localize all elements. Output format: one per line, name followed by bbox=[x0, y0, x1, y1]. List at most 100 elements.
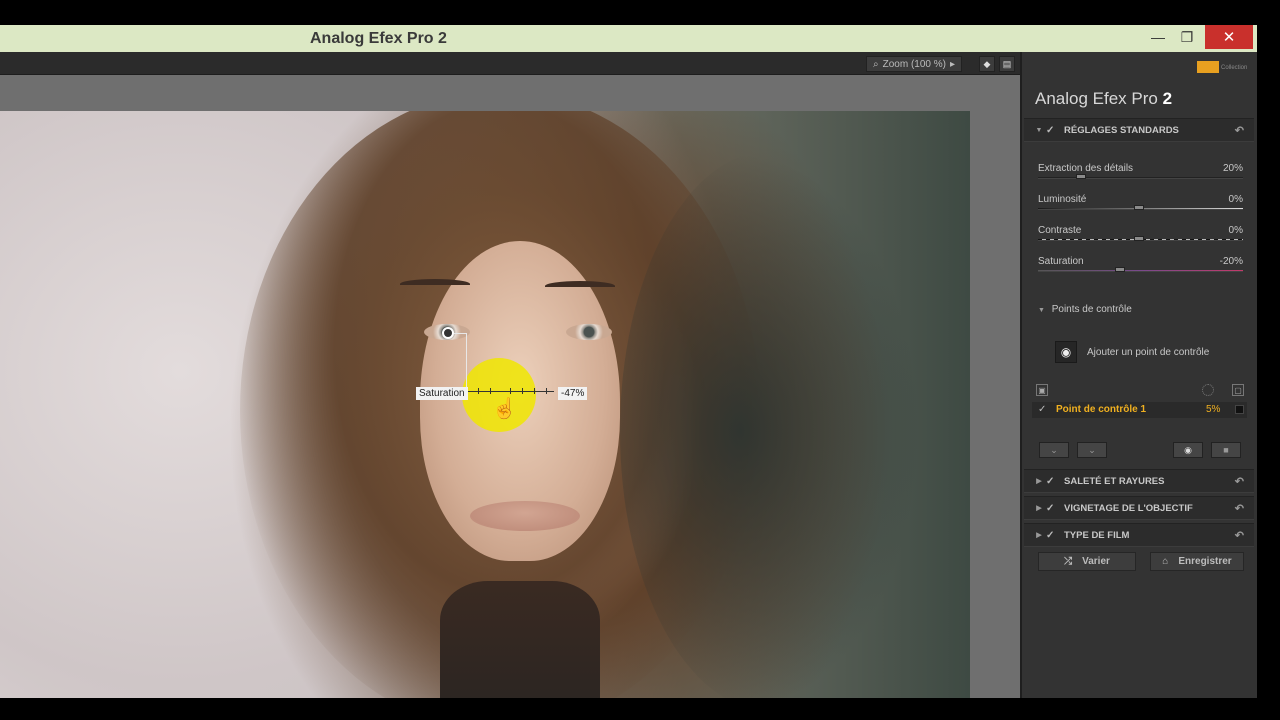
slider-knob[interactable] bbox=[1134, 236, 1144, 241]
connector-line bbox=[466, 333, 467, 393]
section-title: RÉGLAGES STANDARDS bbox=[1064, 124, 1179, 136]
add-point-small-button[interactable]: ◉ bbox=[1173, 442, 1203, 458]
show-mask-icon[interactable] bbox=[1202, 384, 1214, 396]
section-dirt-scratches-header[interactable]: ▶ ✓ SALETÉ ET RAYURES ↶ bbox=[1024, 469, 1254, 493]
save-label: Enregistrer bbox=[1178, 556, 1232, 567]
control-points-title: Points de contrôle bbox=[1051, 304, 1132, 315]
zoom-label: Zoom (100 %) bbox=[882, 58, 946, 70]
compare-view-icon[interactable]: ▤ bbox=[999, 56, 1015, 72]
zoom-dropdown[interactable]: ⌕ Zoom (100 %) ▸ bbox=[866, 56, 962, 72]
section-standard-header[interactable]: ▼ ✓ RÉGLAGES STANDARDS ↶ bbox=[1024, 118, 1254, 142]
control-point-value: 5% bbox=[1206, 404, 1221, 415]
slider-detail-extraction[interactable]: Extraction des détails 20% bbox=[1038, 163, 1243, 187]
right-eye-shape bbox=[566, 324, 612, 340]
hand-cursor-icon: ☝ bbox=[492, 398, 517, 420]
control-point-handle[interactable] bbox=[442, 327, 454, 339]
left-brow-shape bbox=[400, 279, 470, 289]
slider-label: Luminosité bbox=[1038, 194, 1087, 205]
check-icon[interactable]: ✓ bbox=[1046, 503, 1060, 514]
delete-button[interactable]: ■ bbox=[1211, 442, 1241, 458]
close-button[interactable]: ✕ bbox=[1205, 25, 1253, 49]
app-name: Analog Efex Pro 2 bbox=[1035, 89, 1172, 109]
control-point-saturation-value: -47% bbox=[558, 387, 588, 400]
control-point-swatch bbox=[1235, 405, 1244, 414]
chevron-right-icon: ▸ bbox=[949, 58, 955, 70]
group-button[interactable]: ⌄ bbox=[1077, 442, 1107, 458]
group-icon: ⌄ bbox=[1088, 444, 1096, 455]
reset-icon[interactable]: ↶ bbox=[1235, 124, 1244, 137]
slider-saturation[interactable]: Saturation -20% bbox=[1038, 256, 1243, 280]
settings-panel bbox=[1020, 52, 1257, 698]
app-version: 2 bbox=[1162, 89, 1173, 108]
check-icon[interactable]: ✓ bbox=[1046, 530, 1060, 541]
chevron-right-icon: ▶ bbox=[1036, 532, 1042, 539]
slider-knob[interactable] bbox=[1134, 205, 1144, 210]
right-brow-shape bbox=[545, 281, 615, 291]
vary-button[interactable]: ⤮ Varier bbox=[1038, 552, 1136, 571]
mask-view-icon[interactable]: ▢ bbox=[1232, 384, 1244, 396]
slider-value: -20% bbox=[1219, 256, 1243, 267]
control-point-icon: ◉ bbox=[1184, 444, 1192, 455]
slider-label: Contraste bbox=[1038, 225, 1082, 236]
slider-knob[interactable] bbox=[1115, 267, 1125, 272]
bottom-letterbox bbox=[0, 698, 1280, 720]
slider-track[interactable] bbox=[1038, 270, 1243, 272]
screen: Analog Efex Pro 2 — ❐ ✕ ⌕ Zoom (100 %) ▸… bbox=[0, 0, 1280, 720]
chevron-right-icon: ▶ bbox=[1036, 478, 1042, 485]
control-point-name: Point de contrôle 1 bbox=[1056, 404, 1147, 415]
slider-tick bbox=[534, 388, 535, 394]
chevron-right-icon: ▶ bbox=[1036, 505, 1042, 512]
minimize-button[interactable]: — bbox=[1145, 25, 1171, 49]
slider-label: Extraction des détails bbox=[1038, 163, 1134, 174]
control-point-list-header: ▣ ▢ bbox=[1034, 382, 1246, 398]
title-bar: Analog Efex Pro 2 — ❐ ✕ bbox=[0, 25, 1257, 52]
add-control-point-button[interactable]: ◉ bbox=[1055, 341, 1077, 363]
magnifier-icon: ⌕ bbox=[873, 58, 879, 70]
check-icon[interactable]: ✓ bbox=[1046, 476, 1060, 487]
slider-value: 0% bbox=[1228, 225, 1243, 236]
slider-tick bbox=[490, 388, 491, 394]
slider-tick bbox=[478, 388, 479, 394]
preview-toggle-icon[interactable]: ◆ bbox=[979, 56, 995, 72]
check-icon[interactable]: ✓ bbox=[1046, 125, 1060, 136]
reset-icon[interactable]: ↶ bbox=[1235, 475, 1244, 488]
section-title: SALETÉ ET RAYURES bbox=[1064, 475, 1165, 487]
section-film-type-header[interactable]: ▶ ✓ TYPE DE FILM ↶ bbox=[1024, 523, 1254, 547]
chevron-down-icon: ▼ bbox=[1035, 126, 1043, 134]
window-title: Analog Efex Pro 2 bbox=[310, 30, 447, 47]
slider-knob[interactable] bbox=[1076, 174, 1086, 179]
slider-value: 0% bbox=[1228, 194, 1243, 205]
slider-tick bbox=[546, 388, 547, 394]
image-toolbar: ⌕ Zoom (100 %) ▸ ◆ ▤ bbox=[0, 52, 1020, 75]
slider-tick bbox=[510, 388, 511, 394]
slider-contrast[interactable]: Contraste 0% bbox=[1038, 225, 1243, 249]
chevron-down-icon: ▼ bbox=[1038, 307, 1045, 314]
brand-sub: Collection bbox=[1221, 65, 1248, 71]
check-icon[interactable]: ✓ bbox=[1038, 404, 1046, 415]
vary-label: Varier bbox=[1082, 556, 1110, 567]
save-button[interactable]: ⌂ Enregistrer bbox=[1150, 552, 1244, 571]
slider-label: Saturation bbox=[1038, 256, 1084, 267]
duplicate-icon: ⌄ bbox=[1050, 444, 1058, 455]
slider-brightness[interactable]: Luminosité 0% bbox=[1038, 194, 1243, 218]
control-points-header[interactable]: ▼ Points de contrôle bbox=[1038, 304, 1132, 315]
slider-track[interactable] bbox=[1038, 177, 1243, 179]
duplicate-button[interactable]: ⌄ bbox=[1039, 442, 1069, 458]
maximize-button[interactable]: ❐ bbox=[1174, 25, 1200, 49]
slider-tick bbox=[522, 388, 523, 394]
reset-icon[interactable]: ↶ bbox=[1235, 502, 1244, 515]
slider-value: 20% bbox=[1222, 163, 1243, 174]
add-control-point-label: Ajouter un point de contrôle bbox=[1087, 347, 1210, 358]
lips-shape bbox=[470, 501, 580, 531]
reset-icon[interactable]: ↶ bbox=[1235, 529, 1244, 542]
app-name-text: Analog Efex Pro bbox=[1035, 89, 1158, 108]
control-point-item[interactable]: ✓ Point de contrôle 1 5% bbox=[1032, 402, 1247, 418]
control-point-saturation-label: Saturation bbox=[416, 387, 468, 400]
group-icon[interactable]: ▣ bbox=[1036, 384, 1048, 396]
hair-shadow-shape bbox=[620, 151, 920, 698]
connector-line bbox=[454, 333, 466, 334]
save-icon: ⌂ bbox=[1162, 556, 1169, 567]
control-point-icon: ◉ bbox=[1060, 345, 1072, 359]
trash-icon: ■ bbox=[1223, 445, 1229, 455]
section-lens-vignette-header[interactable]: ▶ ✓ VIGNETAGE DE L'OBJECTIF ↶ bbox=[1024, 496, 1254, 520]
